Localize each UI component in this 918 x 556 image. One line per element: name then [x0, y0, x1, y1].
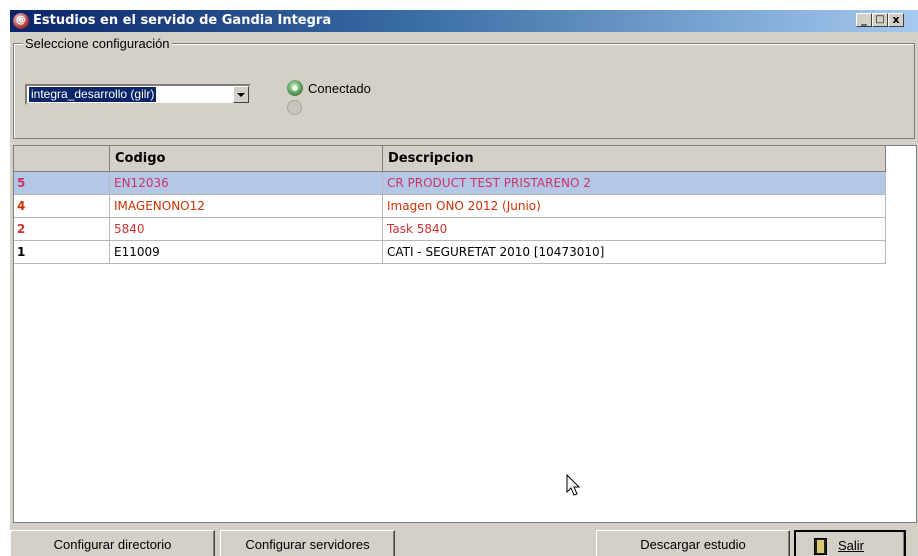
exit-door-icon [814, 538, 827, 555]
minimize-button[interactable]: _ [856, 13, 872, 27]
green-led-icon [287, 80, 303, 96]
table-row[interactable]: 2 5840 Task 5840 [14, 218, 886, 241]
row-number: 4 [14, 195, 110, 217]
row-number: 2 [14, 218, 110, 240]
window-title: Estudios en el servido de Gandia Integra [33, 13, 332, 28]
header-codigo[interactable]: Codigo [110, 146, 383, 171]
salir-button[interactable]: Salir [794, 530, 906, 556]
table-row[interactable]: 4 IMAGENONO12 Imagen ONO 2012 (Junio) [14, 195, 886, 218]
studies-grid[interactable]: Codigo Descripcion 5 EN12036 CR PRODUCT TE… [13, 145, 917, 523]
salir-label: Salir [838, 538, 865, 553]
status-label: Conectado [308, 81, 371, 96]
cell-descripcion: CR PRODUCT TEST PRISTARENO 2 [383, 172, 886, 194]
table-row[interactable]: 1 E11009 CATI - SEGURETAT 2010 [10473010] [14, 241, 886, 264]
config-select-value: integra_desarrollo (gilr) [29, 87, 157, 102]
cell-descripcion: Imagen ONO 2012 (Junio) [383, 195, 886, 217]
cell-codigo: IMAGENONO12 [110, 195, 383, 217]
descargar-estudio-button[interactable]: Descargar estudio [596, 530, 790, 556]
configurar-directorio-button[interactable]: Configurar directorio [10, 530, 215, 556]
table-row[interactable]: 5 EN12036 CR PRODUCT TEST PRISTARENO 2 [14, 172, 886, 195]
cell-codigo: E11009 [110, 241, 383, 263]
grid-header: Codigo Descripcion [14, 146, 886, 172]
row-number: 5 [14, 172, 110, 194]
group-label: Seleccione configuración [23, 36, 172, 51]
cell-codigo: 5840 [110, 218, 383, 240]
header-rownum [14, 146, 110, 171]
cell-descripcion: CATI - SEGURETAT 2010 [10473010] [383, 241, 886, 263]
main-window: @ Estudios en el servido de Gandia Integ… [10, 10, 918, 556]
cell-codigo: EN12036 [110, 172, 383, 194]
cell-descripcion: Task 5840 [383, 218, 886, 240]
chevron-down-icon[interactable] [233, 86, 249, 103]
title-bar[interactable]: @ Estudios en el servido de Gandia Integ… [10, 10, 918, 32]
close-button[interactable]: x [888, 13, 904, 27]
config-select[interactable]: integra_desarrollo (gilr) [25, 84, 251, 105]
configurar-servidores-button[interactable]: Configurar servidores [220, 530, 395, 556]
row-number: 1 [14, 241, 110, 263]
maximize-button[interactable]: □ [872, 13, 888, 27]
mouse-cursor-icon [566, 474, 581, 496]
gray-led-icon [287, 100, 302, 115]
header-descripcion[interactable]: Descripcion [383, 146, 886, 171]
app-icon: @ [13, 13, 29, 29]
